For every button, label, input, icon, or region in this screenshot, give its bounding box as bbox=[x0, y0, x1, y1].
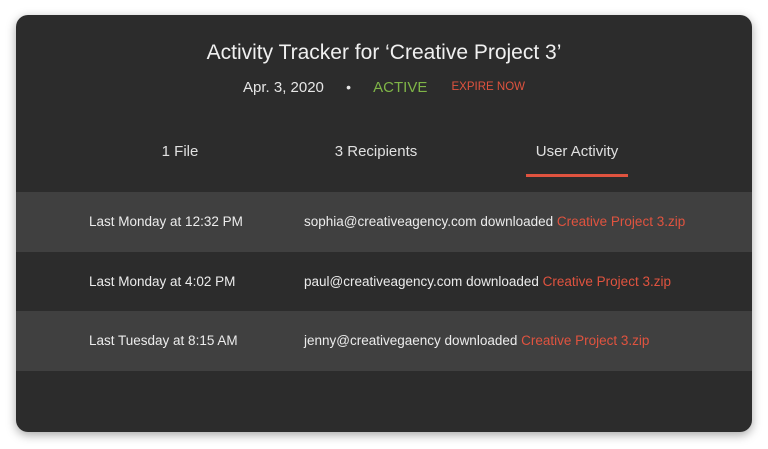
tab-recipients[interactable]: 3 Recipients bbox=[335, 143, 418, 160]
activity-row: Last Monday at 4:02 PM paul@creativeagen… bbox=[16, 251, 752, 311]
activity-list: Last Monday at 12:32 PM sophia@creativea… bbox=[16, 192, 752, 371]
page-title: Activity Tracker for ‘Creative Project 3… bbox=[206, 41, 562, 64]
separator-dot: • bbox=[346, 79, 351, 96]
activity-file-link[interactable]: Creative Project 3.zip bbox=[543, 274, 671, 289]
activity-time: Last Monday at 4:02 PM bbox=[89, 273, 236, 289]
activity-time: Last Monday at 12:32 PM bbox=[89, 214, 243, 230]
activity-action: downloaded bbox=[480, 214, 554, 230]
activity-user: sophia@creativeagency.com bbox=[304, 214, 477, 230]
tab-bar: 1 File 3 Recipients User Activity bbox=[16, 143, 752, 179]
activity-action: downloaded bbox=[466, 273, 539, 289]
activity-description: jenny@creativegaency downloaded Creative… bbox=[304, 333, 649, 348]
date: Apr. 3, 2020 bbox=[243, 78, 324, 96]
tab-user-activity[interactable]: User Activity bbox=[536, 143, 619, 160]
activity-description: sophia@creativeagency.com downloaded Cre… bbox=[304, 214, 685, 229]
activity-file-link[interactable]: Creative Project 3.zip bbox=[521, 333, 649, 348]
tab-files[interactable]: 1 File bbox=[162, 143, 199, 160]
activity-time: Last Tuesday at 8:15 AM bbox=[89, 333, 238, 349]
status-badge: ACTIVE bbox=[373, 78, 428, 96]
meta-line: Apr. 3, 2020 • ACTIVE EXPIRE NOW bbox=[16, 78, 752, 96]
activity-user: paul@creativeagency.com bbox=[304, 273, 463, 289]
expire-now-link[interactable]: EXPIRE NOW bbox=[452, 81, 525, 93]
activity-row: Last Monday at 12:32 PM sophia@creativea… bbox=[16, 192, 752, 252]
activity-tracker-card: Activity Tracker for ‘Creative Project 3… bbox=[16, 15, 752, 432]
active-tab-indicator bbox=[526, 174, 628, 177]
activity-action: downloaded bbox=[444, 333, 518, 349]
activity-user: jenny@creativegaency bbox=[304, 333, 441, 349]
activity-file-link[interactable]: Creative Project 3.zip bbox=[557, 214, 685, 229]
activity-description: paul@creativeagency.com downloaded Creat… bbox=[304, 274, 671, 289]
activity-row: Last Tuesday at 8:15 AM jenny@creativega… bbox=[16, 311, 752, 371]
